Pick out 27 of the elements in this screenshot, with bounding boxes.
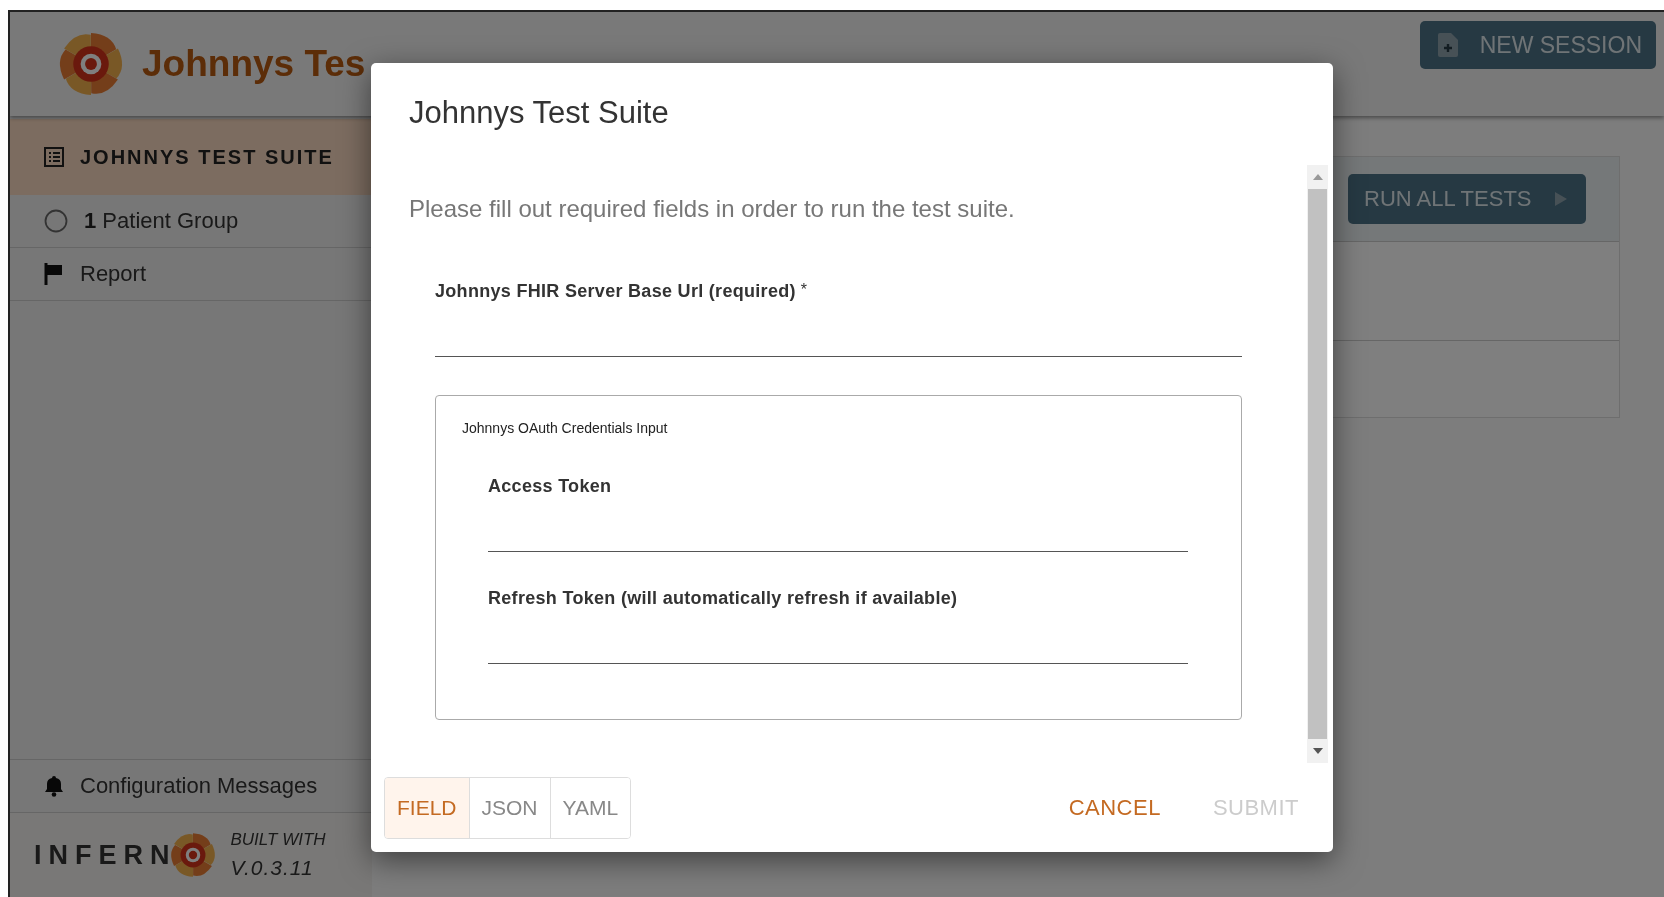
field-label: Access Token [488,476,613,497]
scrollbar-thumb[interactable] [1308,189,1327,739]
new-session-button[interactable]: NEW SESSION [1419,21,1656,69]
dialog-title: Johnnys Test Suite [408,94,670,132]
brand-wordmark: INFERN [34,839,177,871]
scroll-down-icon [1312,748,1323,754]
sidebar-heading[interactable]: JOHNNYS TEST SUITE [10,119,372,195]
flag-icon [44,263,64,285]
field-label: Johnnys FHIR Server Base Url (required) [435,281,796,302]
play-icon [1553,191,1568,207]
built-with-label: BUILT WITH [230,830,326,850]
app-title: Johnnys Tes [142,43,366,85]
scroll-up-icon [1312,174,1323,180]
bell-icon [44,775,64,797]
toggle-button[interactable]: FIELD [385,777,469,838]
scrollbar[interactable] [1307,165,1328,763]
field-label: Refresh Token (will automatically refresh if available) [488,588,959,609]
required-asterisk: * [800,281,808,300]
file-plus-icon [1437,33,1458,57]
version-label: V.0.3.11 [230,856,315,880]
group-legend: Johnnys OAuth Credentials Input [462,420,668,436]
dialog-action-button[interactable]: CANCEL [1062,793,1167,822]
list-icon [44,147,64,167]
dialog-description: Please fill out required fields in order to run the test suite. [409,195,1016,223]
toggle-button[interactable]: YAML [549,777,631,838]
run-all-tests-button[interactable]: RUN ALL TESTS [1348,174,1586,224]
circle-icon [44,209,68,233]
